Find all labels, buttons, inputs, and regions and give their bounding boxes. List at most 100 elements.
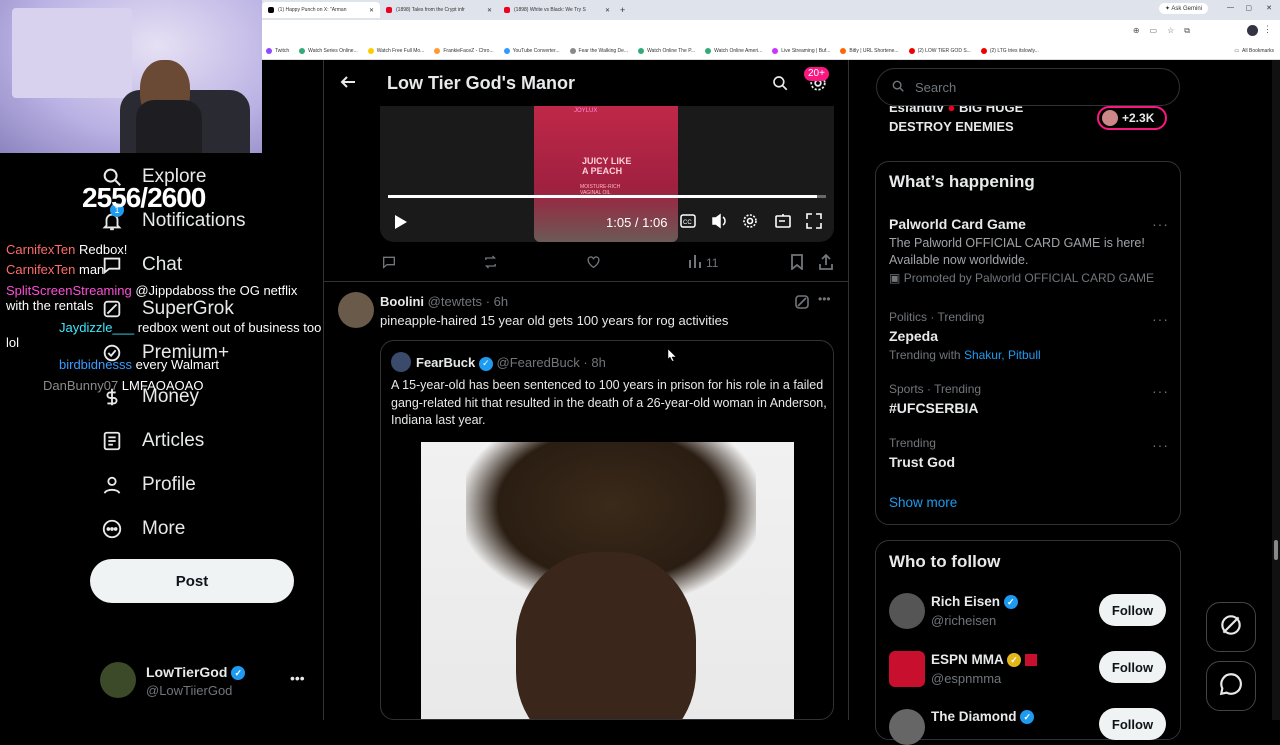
- back-arrow-icon[interactable]: [340, 74, 356, 95]
- trend-item[interactable]: Sports · Trending #UFCSERBIA: [889, 382, 1169, 416]
- page-scrollbar[interactable]: [1272, 60, 1280, 720]
- quoted-post[interactable]: FearBuck ✓ @FearedBuck · 8h A 15-year-ol…: [380, 340, 834, 720]
- address-bar[interactable]: ⊕ ▭ ☆ ⧉ ⋮: [262, 20, 1280, 42]
- trend-more-icon[interactable]: ···: [1152, 383, 1169, 399]
- gold-verified-icon: ✓: [1007, 653, 1022, 668]
- post-button[interactable]: Post: [90, 559, 294, 603]
- browser-tab[interactable]: (1898) Tales from the Crypt infr ✕: [380, 2, 498, 18]
- grok-fab[interactable]: [1206, 602, 1256, 652]
- search-placeholder: Search: [915, 79, 957, 95]
- zoom-icon[interactable]: ⊕: [1133, 26, 1140, 36]
- account-more-icon[interactable]: •••: [290, 670, 305, 686]
- avatar[interactable]: [889, 709, 925, 745]
- author-name[interactable]: Boolini: [380, 294, 424, 309]
- follow-name[interactable]: The Diamond: [931, 709, 1017, 724]
- browser-tab[interactable]: (1) Happy Punch on X: "Arman ✕: [262, 2, 380, 18]
- reply-icon[interactable]: [381, 254, 397, 270]
- bookmark-item[interactable]: Live Streaming | Buf...: [772, 47, 830, 54]
- follow-name-row: The Diamond ✓: [931, 709, 1035, 725]
- close-tab-icon[interactable]: ✕: [605, 7, 610, 14]
- video-player[interactable]: JOYLUX JUICY LIKE A PEACH MOISTURE-RICH …: [380, 106, 834, 242]
- fullscreen-icon[interactable]: [806, 213, 822, 234]
- bookmark-item[interactable]: (2) LOW TIER GOD S...: [908, 47, 971, 54]
- promo-line-1: Esfandtv ● BIG HUGE: [889, 106, 1023, 115]
- pip-icon[interactable]: [775, 213, 791, 234]
- follow-handle[interactable]: @espnmma: [931, 671, 1001, 686]
- trending-with-links[interactable]: Shakur, Pitbull: [964, 348, 1041, 362]
- views-stat[interactable]: 11: [688, 254, 718, 271]
- close-tab-icon[interactable]: ✕: [369, 7, 374, 14]
- follow-handle[interactable]: @richeisen: [931, 613, 996, 628]
- maximize-icon[interactable]: ▢: [1245, 4, 1252, 12]
- bookmark-item[interactable]: Watch Free Full Mo...: [367, 47, 424, 54]
- profile-icon: [100, 473, 124, 497]
- chat-message: DanBunny07 LMFAOAOAO: [43, 378, 204, 393]
- share-icon[interactable]: [818, 254, 834, 270]
- search-icon[interactable]: [771, 74, 789, 97]
- bookmark-item[interactable]: Watch Series Online...: [299, 47, 358, 54]
- ask-gemini-button[interactable]: ✦ Ask Gemini: [1158, 3, 1208, 14]
- volume-icon[interactable]: [711, 213, 729, 234]
- follow-button[interactable]: Follow: [1099, 708, 1166, 740]
- follow-name[interactable]: ESPN MMA: [931, 652, 1003, 667]
- live-promo-card[interactable]: Esfandtv ● BIG HUGE DESTROY ENEMIES +2.3…: [875, 106, 1181, 146]
- nav-more[interactable]: More: [100, 517, 185, 541]
- notification-count-badge: 20+: [804, 67, 829, 81]
- trend-more-icon[interactable]: ···: [1152, 311, 1169, 327]
- mugshot-image[interactable]: [421, 442, 794, 719]
- search-input[interactable]: Search: [876, 68, 1180, 106]
- live-viewers-pill[interactable]: +2.3K: [1097, 106, 1167, 130]
- grok-icon[interactable]: [794, 294, 810, 315]
- cast-icon[interactable]: ▭: [1150, 26, 1158, 36]
- follow-button[interactable]: Follow: [1099, 594, 1166, 626]
- minimize-icon[interactable]: —: [1227, 4, 1234, 11]
- bookmark-item[interactable]: Bitly | URL Shortene...: [840, 47, 899, 54]
- trend-item[interactable]: Trending Trust God: [889, 436, 1169, 470]
- panel-title: Who to follow: [889, 552, 1001, 571]
- follow-name[interactable]: Rich Eisen: [931, 594, 1000, 609]
- play-icon[interactable]: [394, 214, 408, 235]
- trend-more-icon[interactable]: ···: [1152, 437, 1169, 453]
- bookmark-item[interactable]: FrankieFaceZ - Chro...: [434, 47, 494, 54]
- trend-item[interactable]: Palworld Card Game The Palworld OFFICIAL…: [889, 216, 1169, 285]
- post-more-icon[interactable]: •••: [818, 292, 831, 306]
- bookmark-item[interactable]: YouTube Converter...: [503, 47, 560, 54]
- bookmark-item[interactable]: Watch Online Ameri...: [705, 47, 762, 54]
- avatar[interactable]: [338, 292, 374, 328]
- settings-gear-icon[interactable]: [742, 213, 758, 234]
- post-time[interactable]: 6h: [494, 294, 508, 309]
- follow-name-row: ESPN MMA ✓: [931, 652, 1037, 668]
- show-more-link[interactable]: Show more: [889, 495, 957, 510]
- bookmark-icon[interactable]: [790, 254, 804, 270]
- browser-menu-icon[interactable]: ⋮: [1263, 24, 1272, 35]
- espn-avatar[interactable]: [889, 651, 925, 687]
- author-handle[interactable]: @tewtets: [428, 294, 482, 309]
- bookmark-item[interactable]: Fear the Walking De...: [569, 47, 628, 54]
- extensions-icon[interactable]: ⧉: [1184, 26, 1190, 36]
- close-window-icon[interactable]: ✕: [1266, 4, 1272, 12]
- new-tab-button[interactable]: +: [620, 5, 625, 15]
- scrollbar-thumb[interactable]: [1274, 540, 1278, 560]
- bookmark-item[interactable]: Watch Online The P...: [638, 47, 695, 54]
- bookmark-item[interactable]: (2) LTG tries itslowly...: [980, 47, 1039, 54]
- avatar[interactable]: [889, 593, 925, 629]
- bookmark-icon: [638, 47, 645, 54]
- trend-meta: Trending: [889, 436, 936, 450]
- repost-icon[interactable]: [482, 254, 499, 270]
- nav-articles[interactable]: Articles: [100, 429, 204, 453]
- all-bookmarks[interactable]: ▭ All Bookmarks: [1234, 48, 1274, 54]
- close-tab-icon[interactable]: ✕: [487, 7, 492, 14]
- profile-avatar-icon[interactable]: [1247, 25, 1258, 36]
- account-switcher[interactable]: LowTierGod ✓ @LowTiierGod •••: [100, 662, 310, 700]
- nav-profile[interactable]: Profile: [100, 473, 196, 497]
- video-progress-bar[interactable]: [388, 195, 826, 198]
- browser-tab[interactable]: (1898) White vs Black: We Try S ✕: [498, 2, 616, 18]
- trend-item[interactable]: Politics · Trending Zepeda Trending with…: [889, 310, 1169, 362]
- follow-button[interactable]: Follow: [1099, 651, 1166, 683]
- bookmark-star-icon[interactable]: ☆: [1167, 26, 1174, 36]
- like-icon[interactable]: [585, 254, 602, 270]
- trend-more-icon[interactable]: ···: [1152, 216, 1169, 232]
- captions-icon[interactable]: CC: [680, 214, 696, 233]
- bookmark-item[interactable]: Twitch: [266, 47, 289, 54]
- messages-fab[interactable]: [1206, 661, 1256, 711]
